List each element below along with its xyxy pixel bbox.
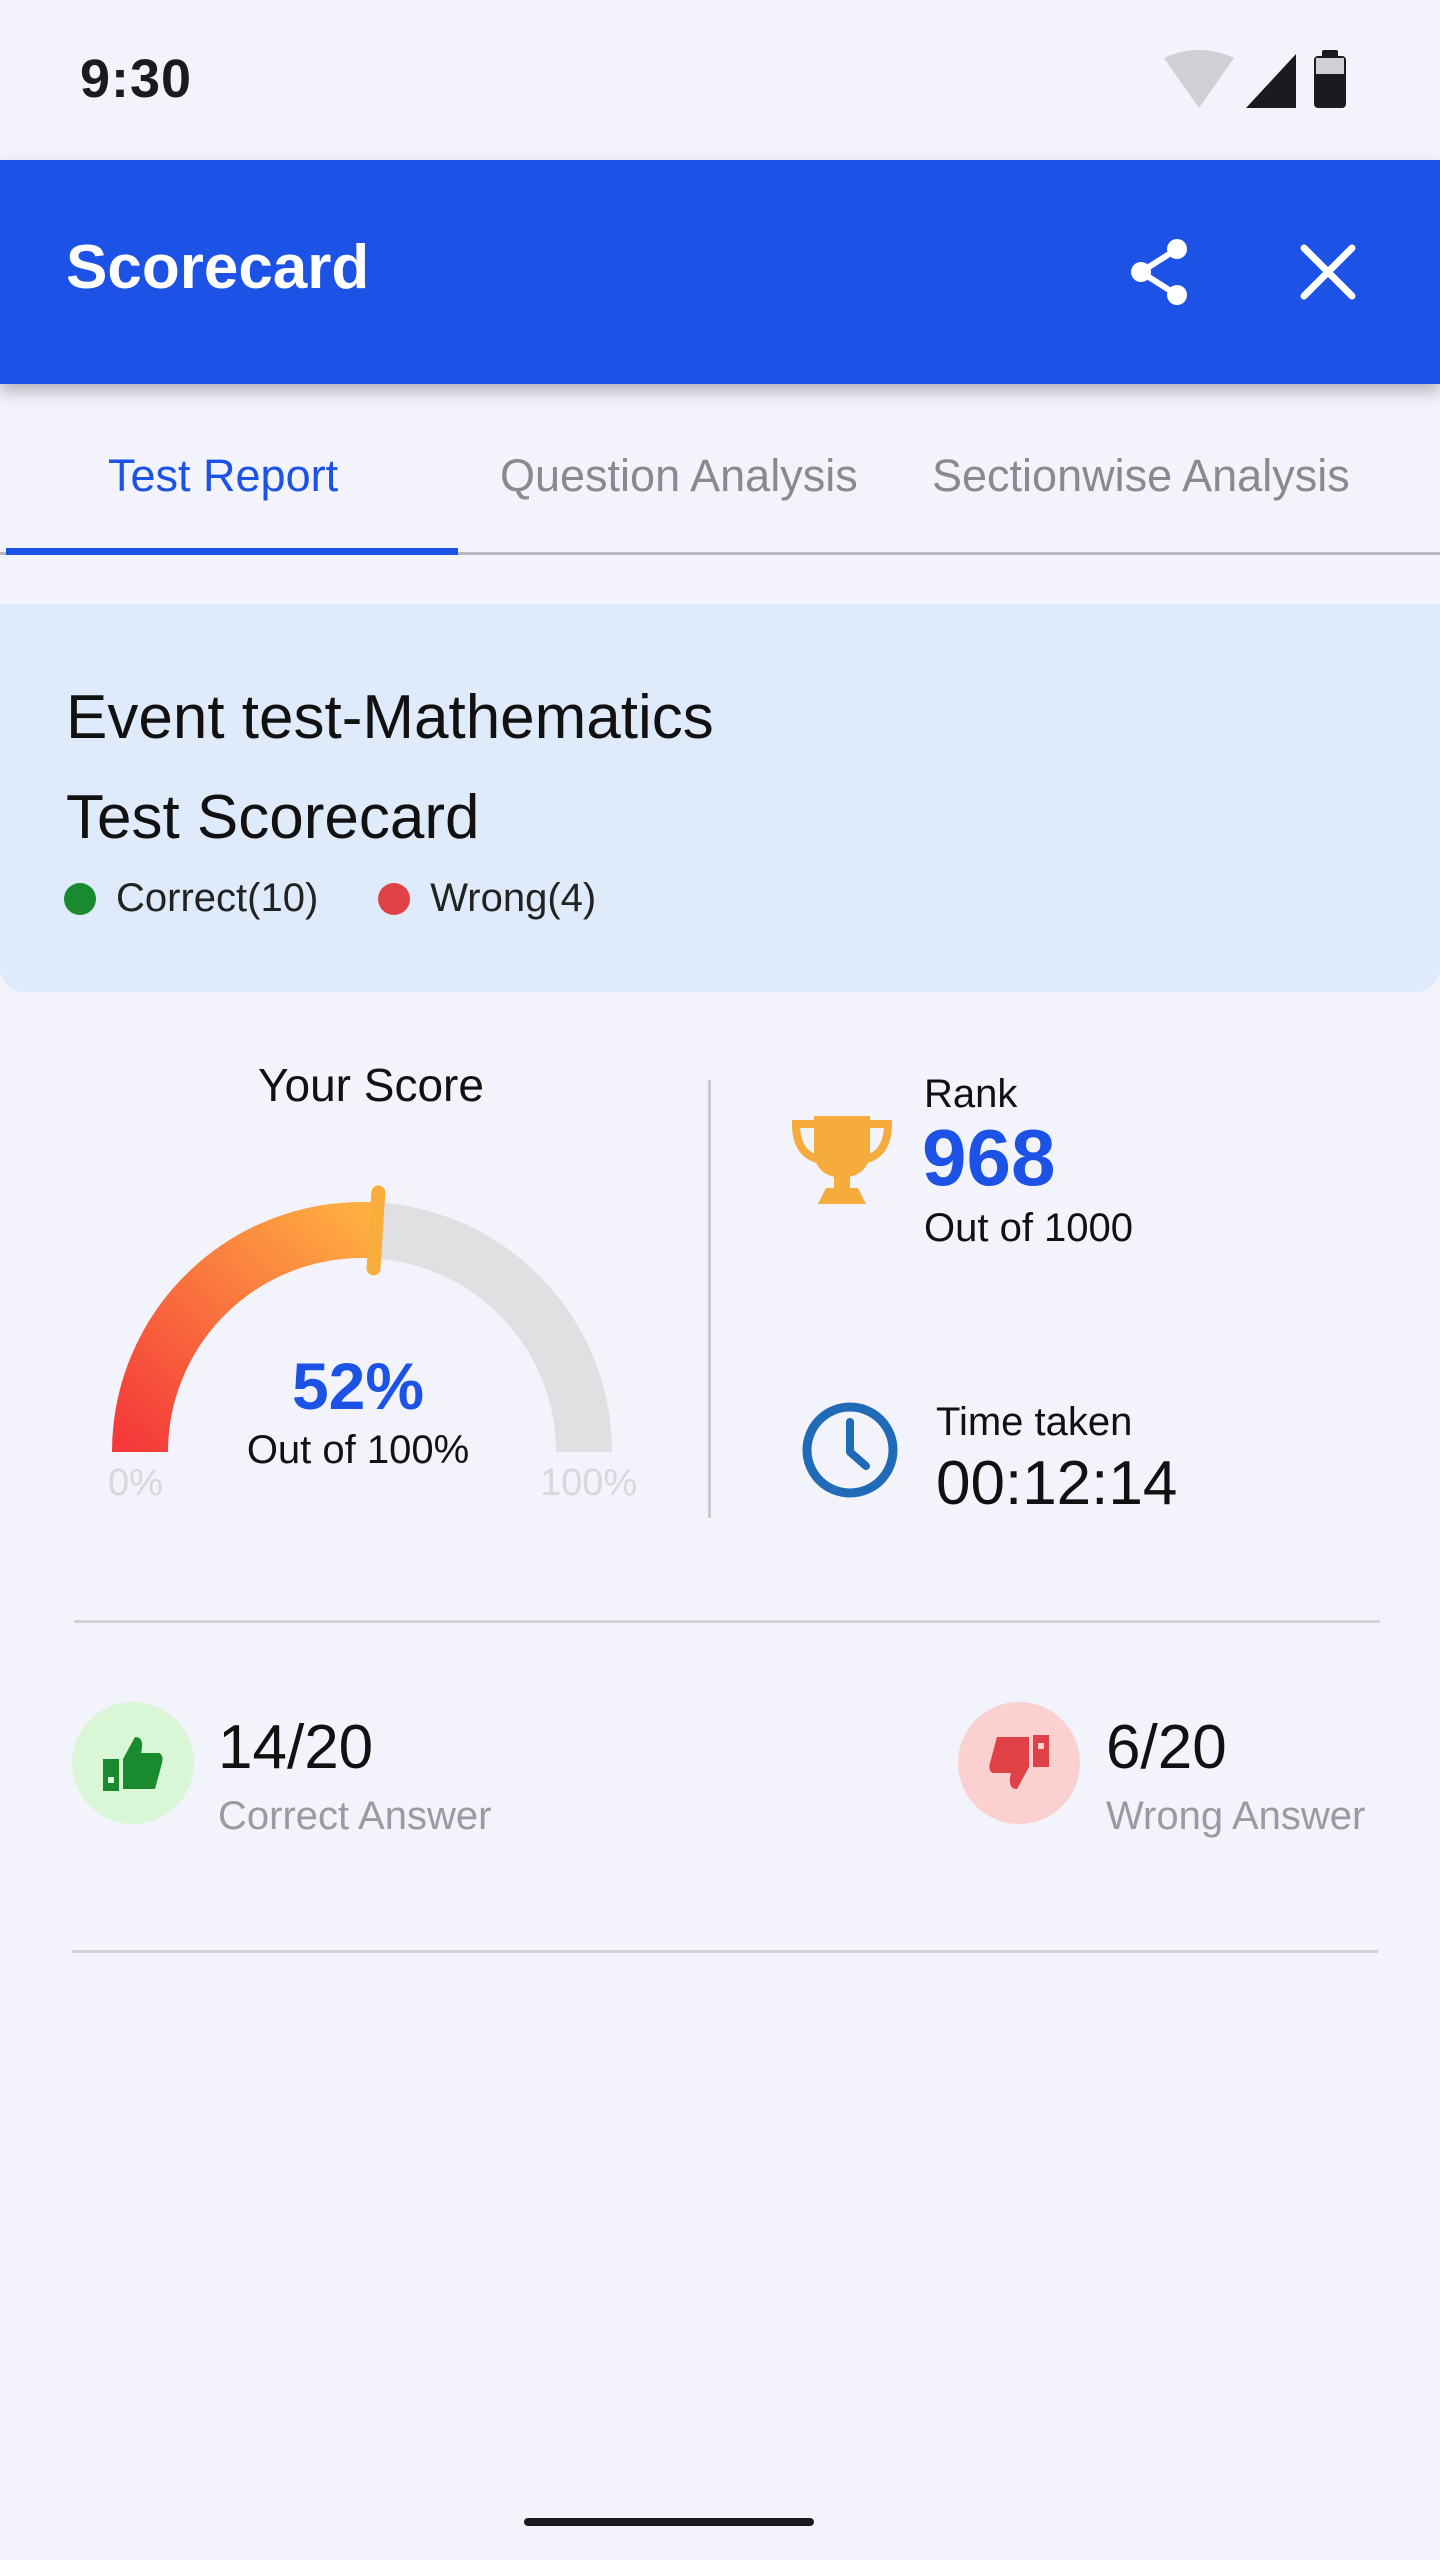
wrong-dot: [378, 882, 411, 915]
stats-divider: [708, 1080, 711, 1518]
wrong-answer-value: 6/20: [1106, 1713, 1227, 1782]
share-button[interactable]: [1110, 222, 1210, 322]
tab-active-indicator: [6, 548, 458, 555]
close-button[interactable]: [1278, 222, 1378, 322]
answer-legend: Correct(10) Wrong(4): [64, 876, 656, 921]
gauge-min-label: 0%: [108, 1462, 163, 1504]
correct-answer-badge: [72, 1702, 194, 1824]
correct-answer-label: Correct Answer: [218, 1794, 492, 1838]
home-indicator: [524, 2518, 814, 2526]
status-time: 9:30: [80, 49, 193, 109]
score-out-of: Out of 100%: [246, 1428, 470, 1472]
gauge-max-label: 100%: [540, 1462, 638, 1504]
test-header-card: Event test-Mathematics Test Scorecard Co…: [0, 604, 1440, 992]
bottom-divider: [72, 1950, 1378, 1953]
legend-wrong: Wrong(4): [378, 876, 596, 921]
exam-name: Event test-Mathematics: [66, 683, 714, 752]
scorecard-subtitle: Test Scorecard: [66, 783, 480, 852]
correct-answer-value: 14/20: [218, 1713, 374, 1782]
gauge-marker: [366, 1185, 386, 1276]
clock-icon: [802, 1402, 898, 1498]
app-title: Scorecard: [66, 233, 370, 302]
tab-test-report[interactable]: Test Report: [108, 450, 338, 502]
wrong-answer-label: Wrong Answer: [1106, 1794, 1366, 1838]
rank-value: 968: [922, 1113, 1056, 1202]
share-icon: [1131, 239, 1187, 305]
legend-correct: Correct(10): [64, 876, 318, 921]
score-percent: 52%: [291, 1349, 425, 1423]
rank-label: Rank: [924, 1072, 1018, 1116]
wifi-icon: [1164, 50, 1234, 108]
close-icon: [1300, 244, 1356, 300]
tab-bar: Test Report Question Analysis Sectionwis…: [0, 410, 1440, 556]
score-title: Your Score: [258, 1059, 484, 1111]
rank-out-of: Out of 1000: [924, 1206, 1134, 1250]
time-value: 00:12:14: [936, 1449, 1178, 1518]
status-icons: [1164, 50, 1346, 108]
status-bar: 9:30: [0, 0, 1440, 160]
trophy-icon: [792, 1116, 892, 1204]
app-bar: Scorecard: [0, 160, 1440, 384]
section-divider: [74, 1620, 1380, 1623]
thumbs-down-icon: [989, 1735, 1049, 1789]
signal-icon: [1246, 54, 1296, 108]
correct-dot: [64, 882, 96, 915]
thumbs-up-icon: [103, 1737, 163, 1791]
tab-question-analysis[interactable]: Question Analysis: [500, 450, 858, 502]
legend-correct-label: Correct(10): [116, 876, 319, 920]
tab-sectionwise-analysis[interactable]: Sectionwise Analysis: [932, 450, 1350, 502]
legend-wrong-label: Wrong(4): [430, 876, 597, 920]
wrong-answer-badge: [958, 1702, 1080, 1824]
time-label: Time taken: [936, 1400, 1133, 1444]
